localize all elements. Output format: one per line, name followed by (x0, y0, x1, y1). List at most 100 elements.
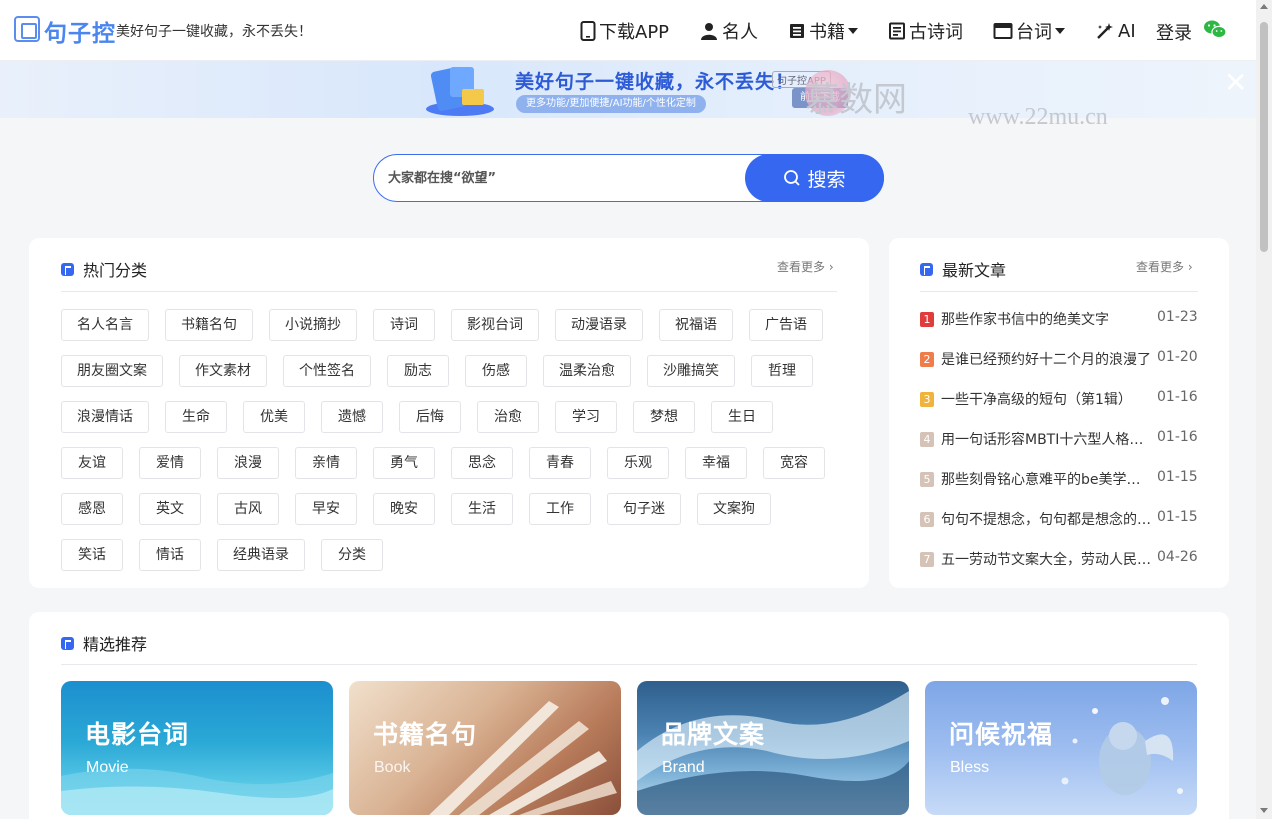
tile-book[interactable]: 书籍名句 Book (349, 681, 621, 815)
nav-lines[interactable]: 台词 (993, 18, 1066, 44)
category-tag[interactable]: 文案狗 (697, 493, 771, 525)
close-icon[interactable]: ✕ (1224, 69, 1247, 97)
category-tag[interactable]: 祝福语 (659, 309, 733, 341)
tile-brand[interactable]: 品牌文案 Brand (637, 681, 909, 815)
category-tag[interactable]: 作文素材 (179, 355, 267, 387)
article-item[interactable]: 6 句句不提想念，句句都是想念的句子 01-15 (920, 509, 1200, 529)
category-tag[interactable]: 治愈 (477, 401, 539, 433)
scroll-thumb[interactable] (1260, 22, 1268, 252)
scroll-down-icon[interactable] (1260, 808, 1268, 813)
article-title: 是谁已经预约好十二个月的浪漫了 (941, 352, 1151, 368)
nav-ai[interactable]: AI (1095, 21, 1136, 42)
category-tag[interactable]: 广告语 (749, 309, 823, 341)
category-tag[interactable]: 思念 (451, 447, 513, 479)
nav-celebrity[interactable]: 名人 (699, 18, 758, 44)
article-item[interactable]: 2 是谁已经预约好十二个月的浪漫了 01-20 (920, 349, 1200, 369)
logo-icon[interactable] (14, 16, 40, 42)
main-nav: 下载APP 名人 书籍 古诗词 台词 AI (580, 18, 1166, 44)
category-tag[interactable]: 朋友圈文案 (61, 355, 163, 387)
category-tag[interactable]: 伤感 (465, 355, 527, 387)
category-tag[interactable]: 学习 (555, 401, 617, 433)
nav-poetry[interactable]: 古诗词 (888, 18, 963, 44)
hot-categories-title: 热门分类 (61, 257, 147, 281)
search-button[interactable]: 搜索 (745, 154, 884, 202)
category-tag[interactable]: 沙雕搞笑 (647, 355, 735, 387)
category-tag[interactable]: 生日 (711, 401, 773, 433)
hot-more-link[interactable]: 查看更多 › (777, 258, 834, 275)
rank-badge: 2 (920, 352, 934, 367)
login-link[interactable]: 登录 (1156, 19, 1192, 45)
category-tag[interactable]: 青春 (529, 447, 591, 479)
category-tag[interactable]: 梦想 (633, 401, 695, 433)
wechat-icon[interactable] (1203, 19, 1227, 45)
category-tag[interactable]: 书籍名句 (165, 309, 253, 341)
nav-label: 古诗词 (909, 22, 964, 43)
list-icon (61, 636, 74, 650)
nav-books[interactable]: 书籍 (788, 18, 859, 44)
nav-download-app[interactable]: 下载APP (580, 18, 669, 44)
category-tag[interactable]: 勇气 (373, 447, 435, 479)
category-tag[interactable]: 后悔 (399, 401, 461, 433)
category-tag[interactable]: 宽容 (763, 447, 825, 479)
category-tag[interactable]: 小说摘抄 (269, 309, 357, 341)
scroll-up-icon[interactable] (1260, 4, 1268, 9)
article-item[interactable]: 5 那些刻骨铭心意难平的be美学文案 01-15 (920, 469, 1200, 489)
banner-subtitle: 更多功能/更加便捷/AI功能/个性化定制 (516, 95, 706, 113)
category-tag[interactable]: 优美 (243, 401, 305, 433)
category-tag[interactable]: 遗憾 (321, 401, 383, 433)
category-tag[interactable]: 动漫语录 (555, 309, 643, 341)
article-item[interactable]: 1 那些作家书信中的绝美文字 01-23 (920, 309, 1200, 329)
category-tag[interactable]: 个性签名 (283, 355, 371, 387)
category-tag[interactable]: 句子迷 (607, 493, 681, 525)
category-tag[interactable]: 英文 (139, 493, 201, 525)
chevron-right-icon: › (1187, 260, 1193, 274)
category-tag[interactable]: 浪漫 (217, 447, 279, 479)
category-tag[interactable]: 笑话 (61, 539, 123, 571)
category-tag[interactable]: 友谊 (61, 447, 123, 479)
chevron-down-icon (1055, 28, 1066, 34)
article-date: 01-16 (1157, 389, 1198, 405)
tile-subtitle: Bless (950, 759, 990, 776)
card-title-text: 热门分类 (83, 261, 148, 280)
tile-subtitle: Brand (662, 759, 705, 776)
logo-text[interactable]: 句子控 (44, 14, 116, 48)
category-tag[interactable]: 名人名言 (61, 309, 149, 341)
nav-label: 名人 (722, 22, 759, 43)
category-tag[interactable]: 生命 (165, 401, 227, 433)
category-tag[interactable]: 浪漫情话 (61, 401, 149, 433)
rank-badge: 7 (920, 552, 934, 567)
category-tag[interactable]: 温柔治愈 (543, 355, 631, 387)
card-title-text: 最新文章 (942, 261, 1007, 280)
category-tag[interactable]: 幸福 (685, 447, 747, 479)
article-item[interactable]: 4 用一句话形容MBTI十六型人格的特点 01-16 (920, 429, 1200, 449)
category-tag[interactable]: 感恩 (61, 493, 123, 525)
category-tag[interactable]: 情话 (139, 539, 201, 571)
tile-title: 问候祝福 (949, 720, 1054, 749)
category-tag[interactable]: 励志 (387, 355, 449, 387)
chevron-down-icon (848, 28, 859, 34)
banner-title: 美好句子一键收藏，永不丢失！ (515, 71, 796, 93)
category-tag[interactable]: 晚安 (373, 493, 435, 525)
page-scrollbar[interactable] (1256, 0, 1272, 819)
category-tag[interactable]: 古风 (217, 493, 279, 525)
category-tag[interactable]: 早安 (295, 493, 357, 525)
category-tag[interactable]: 爱情 (139, 447, 201, 479)
category-tag[interactable]: 哲理 (751, 355, 813, 387)
category-tag[interactable]: 乐观 (607, 447, 669, 479)
tile-bless[interactable]: 问候祝福 Bless (925, 681, 1197, 815)
document-icon (889, 22, 906, 40)
category-tag[interactable]: 亲情 (295, 447, 357, 479)
chevron-right-icon: › (828, 260, 834, 274)
tile-movie[interactable]: 电影台词 Movie (61, 681, 333, 815)
category-tag[interactable]: 影视台词 (451, 309, 539, 341)
news-more-link[interactable]: 查看更多 › (1136, 258, 1193, 275)
category-tag[interactable]: 诗词 (373, 309, 435, 341)
article-item[interactable]: 7 五一劳动节文案大全，劳动人民最光荣 04-26 (920, 549, 1200, 569)
article-item[interactable]: 3 一些干净高级的短句（第1辑） 01-16 (920, 389, 1200, 409)
category-tag[interactable]: 分类 (321, 539, 383, 571)
category-tag[interactable]: 工作 (529, 493, 591, 525)
category-tag[interactable]: 经典语录 (217, 539, 305, 571)
tile-subtitle: Book (374, 759, 411, 776)
category-tag[interactable]: 生活 (451, 493, 513, 525)
search-input[interactable] (388, 155, 738, 201)
